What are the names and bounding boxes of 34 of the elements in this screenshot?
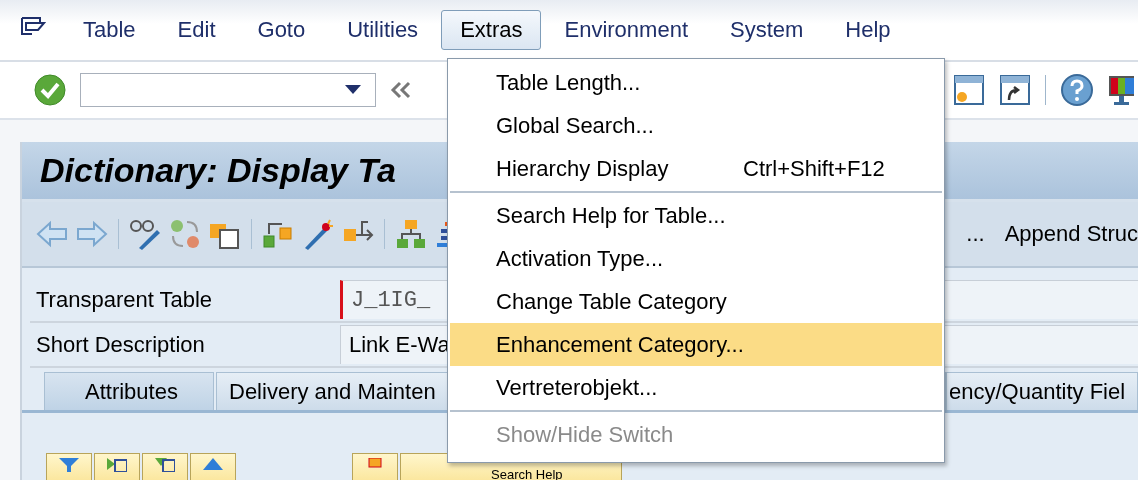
monitor-icon[interactable] <box>1108 73 1134 107</box>
hierarchy-icon[interactable] <box>395 218 427 250</box>
glasses-pencil-icon[interactable] <box>129 218 161 250</box>
menu-entry[interactable]: Activation Type... <box>450 237 942 280</box>
wand-icon[interactable] <box>302 218 334 250</box>
help-icon[interactable] <box>1060 73 1094 107</box>
menu-item[interactable]: Extras <box>441 10 542 50</box>
triangle-up-icon <box>203 458 223 472</box>
dropdown-icon[interactable] <box>345 85 361 95</box>
append-structure-button[interactable]: Append Struc <box>1004 221 1138 247</box>
select-icon <box>107 458 127 472</box>
menu-item[interactable]: Goto <box>238 10 325 50</box>
command-field[interactable] <box>80 73 376 107</box>
menu-item[interactable]: Utilities <box>328 10 438 50</box>
menu-entry[interactable]: Hierarchy Display Ctrl+Shift+F12 <box>450 147 942 190</box>
menu-entry[interactable]: Change Table Category <box>450 280 942 323</box>
toolbar-text[interactable]: ... <box>966 221 985 247</box>
tab[interactable]: ency/Quantity Fiel <box>946 372 1138 410</box>
double-chevron-icon[interactable] <box>390 80 412 100</box>
menu-item[interactable]: Help <box>826 10 910 50</box>
menu-item[interactable]: Table <box>64 10 155 50</box>
check-icon[interactable] <box>34 74 66 106</box>
funnel-icon <box>59 458 79 472</box>
field-label: Short Description <box>35 331 206 358</box>
window-sun-icon[interactable] <box>953 74 985 106</box>
menu-entry[interactable]: Vertreterobjekt... <box>450 366 942 409</box>
menu-item[interactable]: Edit <box>158 10 235 50</box>
tab[interactable]: Attributes <box>44 372 214 410</box>
deselect-icon <box>155 458 175 472</box>
field-label: Transparent Table <box>35 286 214 313</box>
menu-item[interactable]: Environment <box>545 10 707 50</box>
menu-item[interactable]: System <box>711 10 823 50</box>
menu-icon[interactable] <box>20 16 46 38</box>
menu-entry[interactable]: Enhancement Category... <box>450 323 942 366</box>
